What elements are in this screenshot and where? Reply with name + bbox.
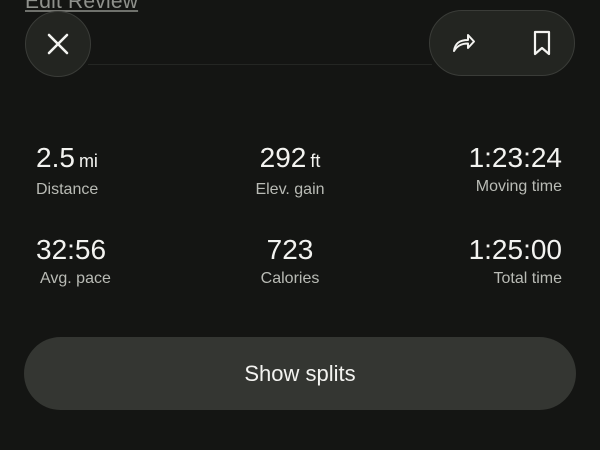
moving-time-value: 1:23:24	[468, 142, 562, 173]
bookmark-button[interactable]	[522, 23, 562, 63]
distance-value: 2.5	[36, 142, 75, 173]
edit-review-link[interactable]: Edit Review	[25, 0, 138, 14]
bookmark-icon	[533, 30, 551, 56]
header-actions	[429, 10, 575, 76]
stat-calories: 723 Calories	[200, 234, 380, 289]
stat-elevation-gain: 292 ft Elev. gain	[200, 142, 380, 200]
show-splits-button[interactable]: Show splits	[24, 337, 576, 410]
stat-label: Elev. gain	[255, 181, 325, 198]
stat-value: 292 ft	[200, 142, 380, 177]
avg-pace-value: 32:56	[36, 234, 107, 265]
elevation-value: 292	[259, 142, 307, 173]
stat-label: Avg. pace	[40, 270, 111, 287]
stat-distance: 2.5 mi Distance	[36, 142, 98, 200]
share-icon	[453, 34, 475, 52]
activity-stats-screen: Edit Review 2.5 mi Distance 292 ft Elev. g…	[0, 0, 600, 450]
distance-unit: mi	[78, 151, 98, 171]
calories-value: 723	[266, 234, 314, 265]
stat-label: Distance	[36, 181, 99, 198]
stat-total-time: 1:25:00 Total time	[469, 234, 562, 289]
stat-label: Moving time	[475, 178, 562, 195]
total-time-value: 1:25:00	[468, 234, 562, 265]
header-divider	[88, 64, 432, 65]
close-icon	[47, 33, 69, 55]
stat-label: Calories	[260, 270, 320, 287]
stat-moving-time: 1:23:24 Moving time	[469, 142, 562, 197]
elevation-unit: ft	[310, 151, 321, 171]
stat-avg-pace: 32:56 Avg. pace	[36, 234, 111, 289]
close-button[interactable]	[25, 11, 91, 77]
stat-value: 2.5 mi	[36, 142, 98, 177]
share-button[interactable]	[443, 23, 483, 63]
stat-label: Total time	[493, 270, 562, 287]
